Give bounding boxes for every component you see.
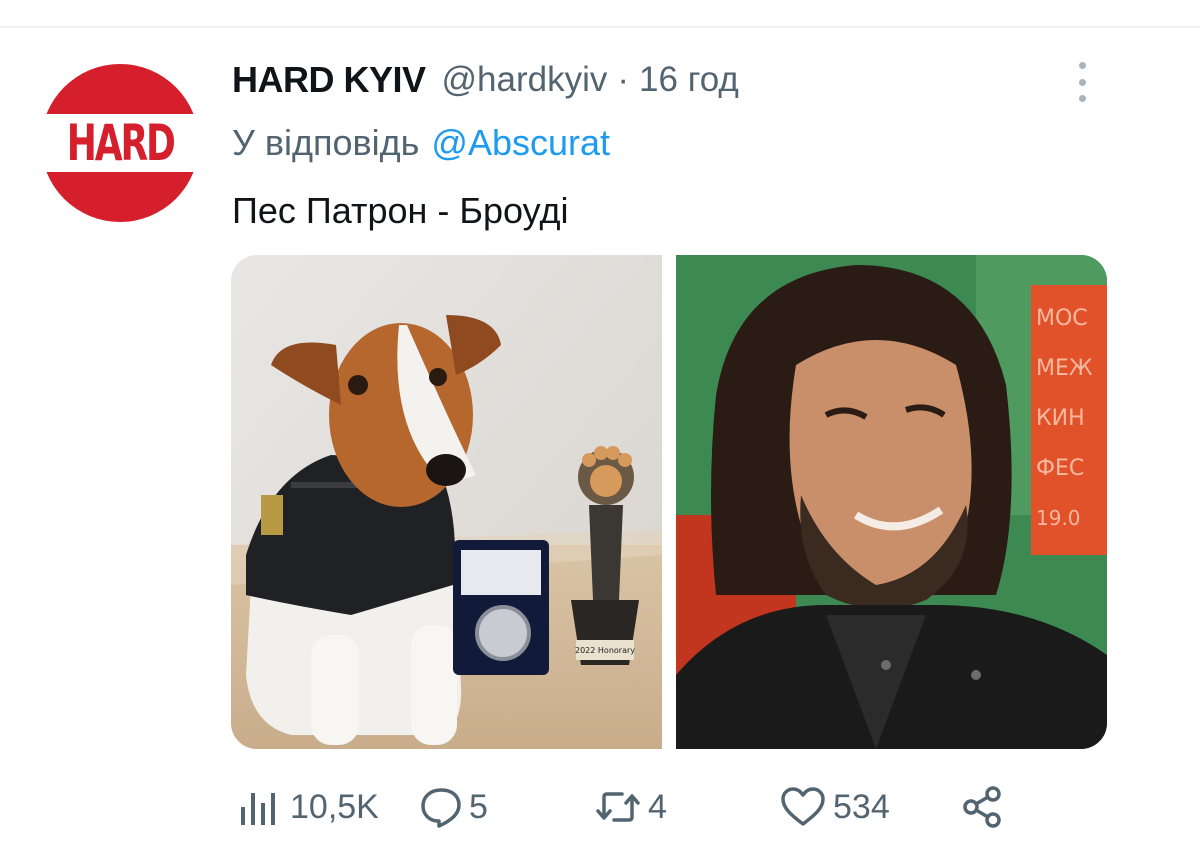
reply-action[interactable]: 5: [419, 782, 488, 832]
avatar[interactable]: HARD: [41, 64, 199, 222]
views-count: 10,5K: [290, 787, 379, 826]
separator-dot: ·: [617, 60, 630, 99]
avatar-band: HARD: [41, 114, 199, 172]
sign-line-5: 19.0: [1036, 506, 1081, 530]
reply-bubble-icon: [421, 788, 461, 828]
author-name[interactable]: HARD KYIV: [232, 59, 426, 101]
sign-line-2: МЕЖ: [1036, 356, 1093, 381]
sign-line-4: ФЕС: [1036, 456, 1084, 481]
more-options-icon[interactable]: [1070, 62, 1094, 102]
trophy-plaque-text: 2022 Honorary: [575, 646, 635, 655]
more-dot: [1078, 78, 1086, 86]
views-action[interactable]: 10,5K: [238, 782, 379, 832]
more-dot: [1078, 95, 1086, 102]
retweet-count: 4: [648, 787, 667, 826]
tweet-timestamp[interactable]: 16 год: [639, 60, 739, 100]
reply-count: 5: [469, 787, 488, 826]
man-photo-illustration: МОС МЕЖ КИН ФЕС 19.0: [676, 255, 1107, 749]
retweet-icon: [596, 792, 640, 822]
tweet-header: HARD KYIV @hardkyiv · 16 год: [232, 58, 739, 102]
photo-dog-patron[interactable]: 2022 Honorary: [231, 255, 662, 749]
tweet-actions: 10,5K 5 4 534: [238, 782, 1038, 832]
like-action[interactable]: 534: [779, 782, 890, 832]
share-icon: [963, 786, 1001, 828]
like-count: 534: [833, 787, 890, 826]
reply-prefix: У відповідь: [232, 122, 420, 163]
heart-icon: [781, 787, 825, 826]
tweet-media[interactable]: 2022 Honorary МОС МЕЖ КИН ФЕС 19.0: [231, 255, 1107, 749]
media-gap: [662, 255, 676, 749]
photo-man[interactable]: МОС МЕЖ КИН ФЕС 19.0: [676, 255, 1107, 749]
reply-context: У відповідь @Abscurat: [232, 118, 610, 168]
retweet-action[interactable]: 4: [594, 782, 667, 832]
dog-photo-illustration: 2022 Honorary: [231, 255, 662, 749]
share-action[interactable]: [960, 782, 1006, 832]
sign-line-3: КИН: [1036, 406, 1085, 431]
more-dot: [1078, 62, 1086, 69]
top-divider: [0, 26, 1200, 28]
tweet-text: Пес Патрон - Броуді: [232, 190, 569, 231]
avatar-logo-text: HARD: [66, 114, 176, 172]
views-bar-chart-icon: [241, 793, 275, 825]
reply-mention-link[interactable]: @Abscurat: [431, 122, 610, 164]
sign-line-1: МОС: [1036, 306, 1088, 331]
author-handle[interactable]: @hardkyiv: [442, 60, 608, 100]
